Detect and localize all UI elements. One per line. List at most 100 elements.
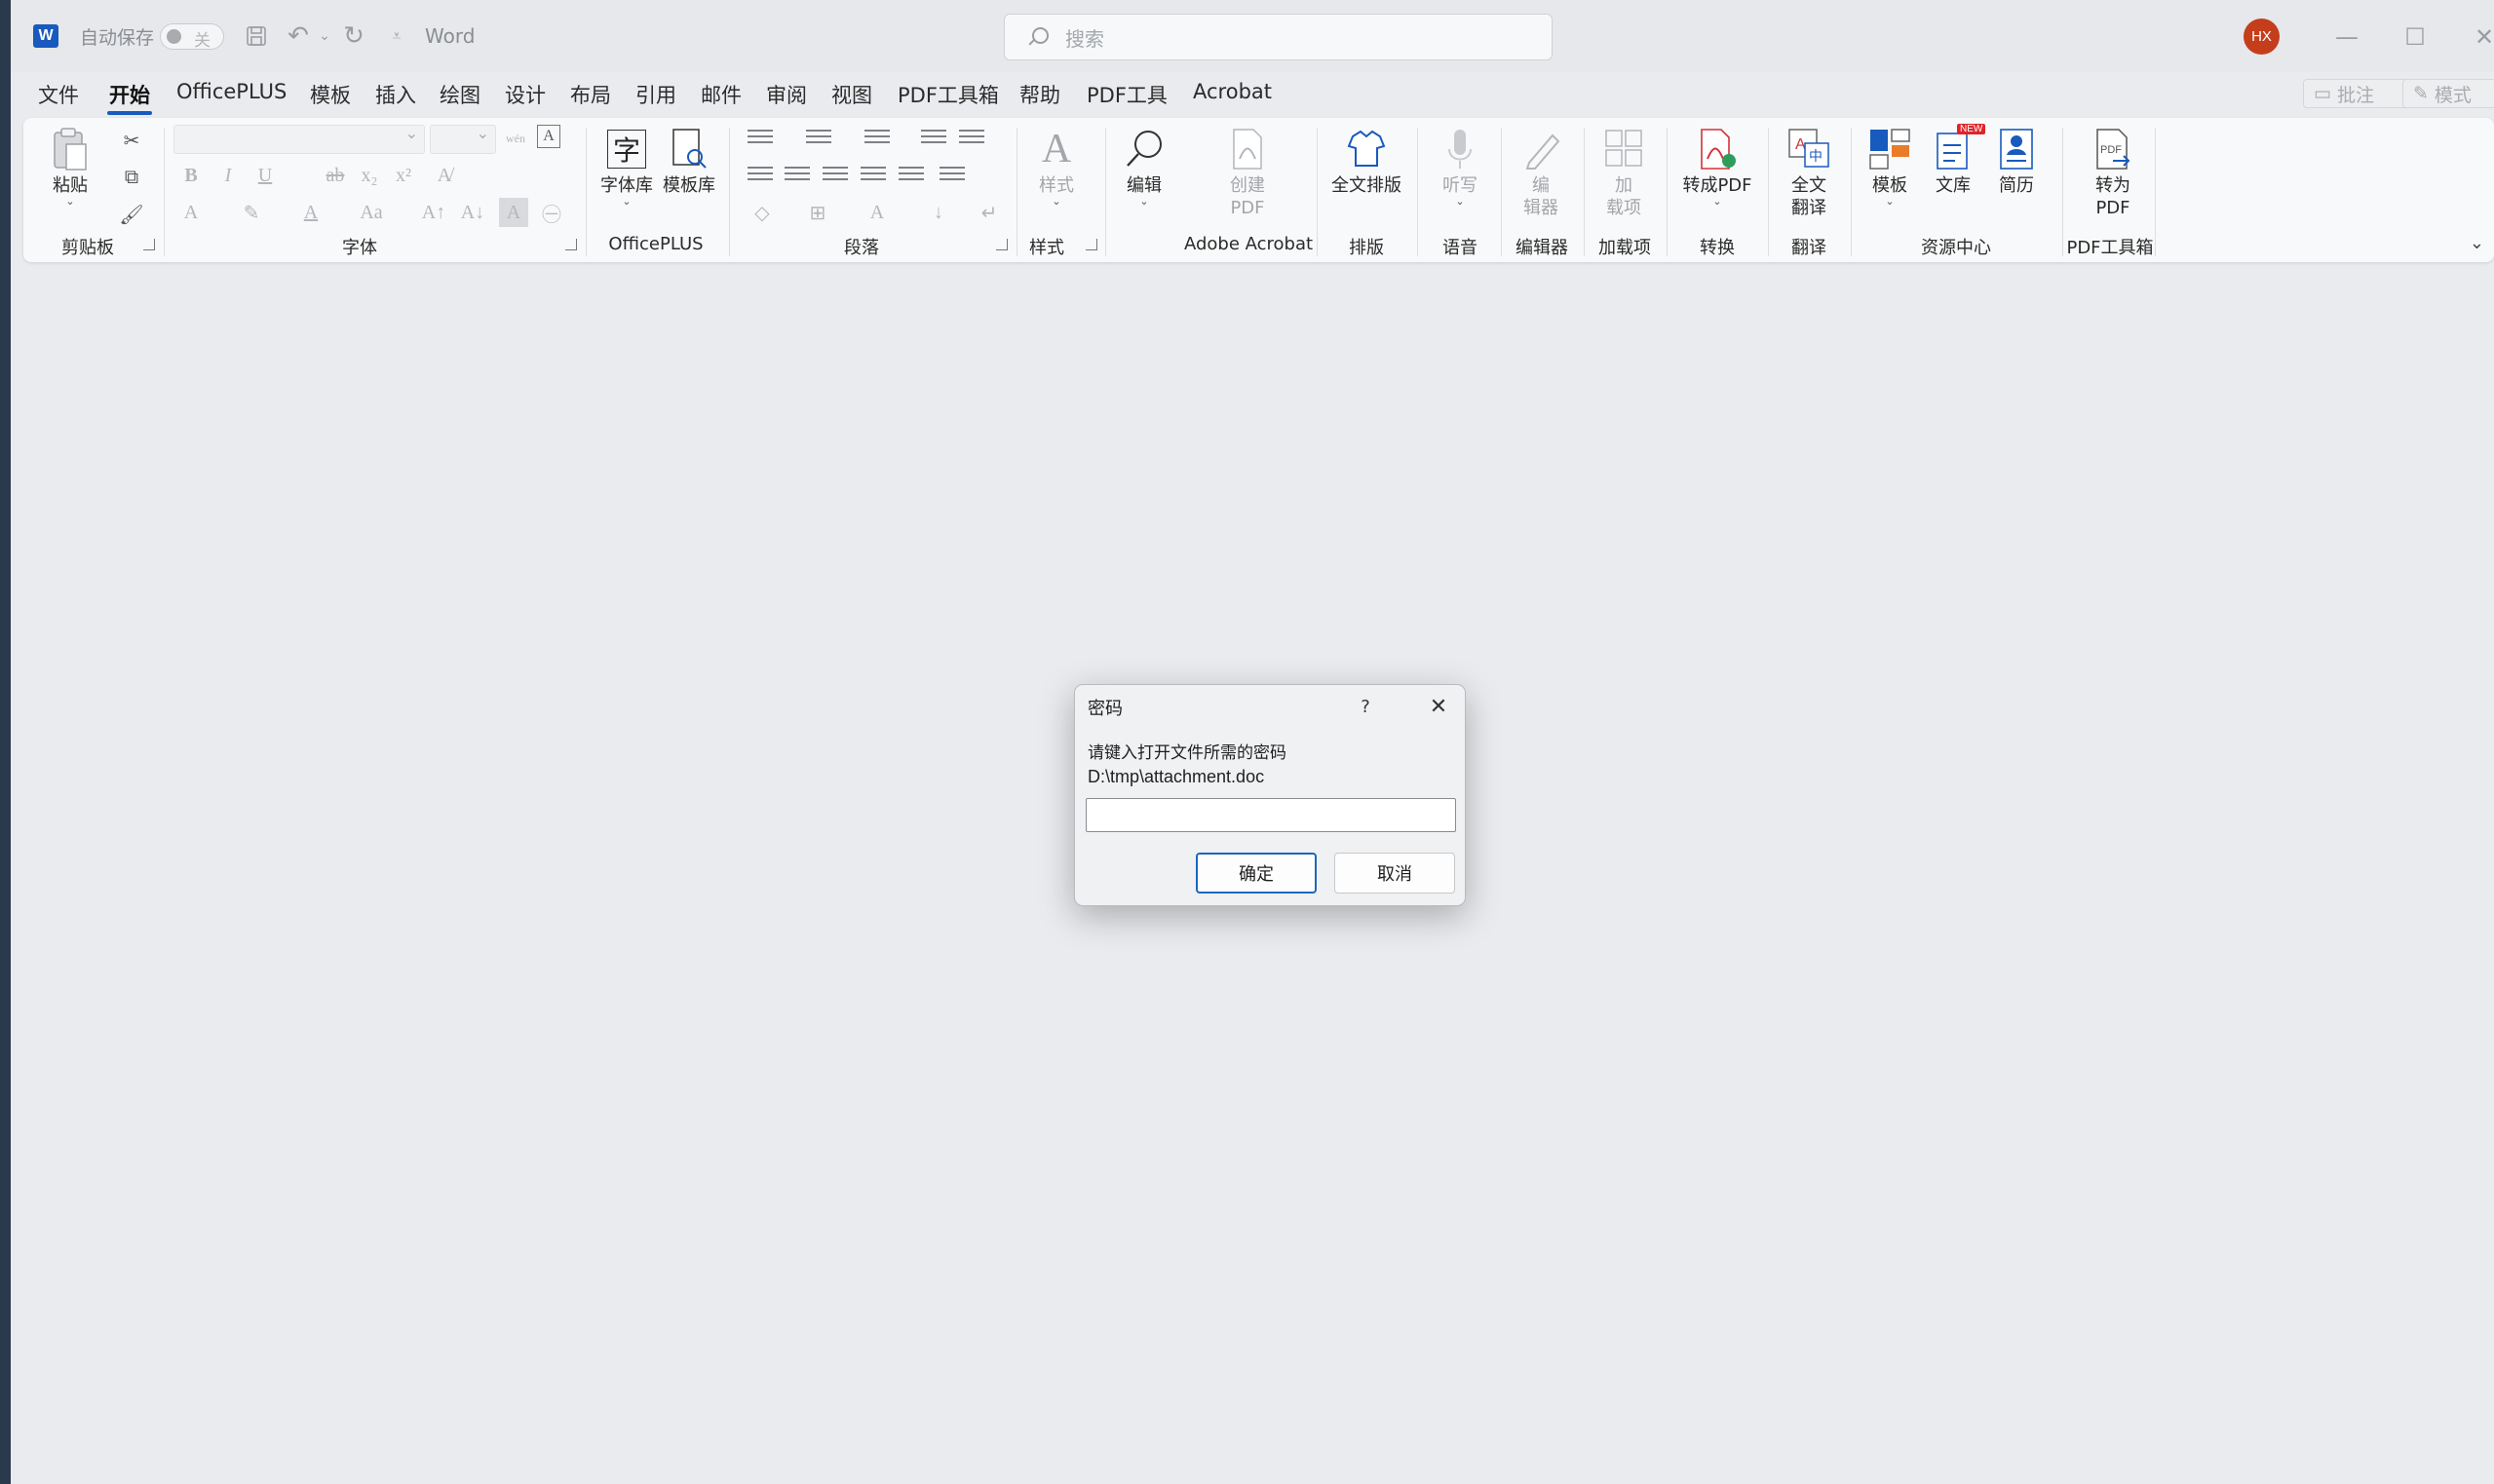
line-spacing-icon[interactable] <box>940 167 965 186</box>
collapse-ribbon-icon[interactable]: ⌄ <box>2470 233 2484 253</box>
align-right-icon[interactable] <box>823 167 848 186</box>
comments-label: 批注 <box>2336 84 2374 106</box>
tab-layout[interactable]: 布局 <box>568 80 613 113</box>
justify-icon[interactable] <box>861 167 886 186</box>
paragraph-launcher-icon[interactable] <box>996 239 1008 250</box>
mode-label: 模式 <box>2434 84 2472 106</box>
bullets-icon[interactable] <box>748 130 773 149</box>
highlight-icon[interactable]: ✎ <box>237 198 266 227</box>
font-name-combo[interactable] <box>173 124 425 154</box>
editing-button[interactable]: 编辑 ⌄ <box>1115 124 1173 207</box>
paste-button[interactable]: 粘贴 ⌄ <box>43 124 97 207</box>
pinyin-guide-icon[interactable]: wén <box>501 124 530 153</box>
shrink-font-icon[interactable]: A↓ <box>458 198 487 227</box>
resume-button[interactable]: 简历 <box>1987 124 2046 197</box>
full-layout-button[interactable]: 全文排版 <box>1326 124 1406 197</box>
character-border-icon[interactable]: A <box>537 125 560 148</box>
password-input[interactable] <box>1086 798 1456 832</box>
avatar[interactable]: HX <box>2244 19 2280 55</box>
undo-icon[interactable]: ↶ <box>284 21 313 51</box>
create-pdf-button[interactable]: 创建 PDF <box>1213 124 1282 219</box>
tab-templates[interactable]: 模板 <box>308 80 353 113</box>
convert-to-pdf-button[interactable]: PDF 转为 PDF <box>2080 124 2146 219</box>
close-icon[interactable]: ✕ <box>1423 691 1454 722</box>
maximize-icon[interactable]: ☐ <box>2396 18 2435 57</box>
tab-insert[interactable]: 插入 <box>373 80 418 113</box>
tab-design[interactable]: 设计 <box>503 80 548 113</box>
addins-button[interactable]: 加 载项 <box>1594 124 1653 219</box>
copy-icon[interactable]: ⧉ <box>117 163 146 192</box>
title-bar: W 自动保存 关 ↶ ⌄ ↻ ⩡ Word 搜索 HX — ☐ ✕ <box>11 0 2494 72</box>
increase-indent-icon[interactable] <box>959 130 984 149</box>
styles-launcher-icon[interactable] <box>1086 239 1097 250</box>
undo-dropdown-icon[interactable]: ⌄ <box>310 21 339 51</box>
tab-home[interactable]: 开始 <box>107 80 152 115</box>
clipboard-launcher-icon[interactable] <box>143 239 155 250</box>
grow-font-icon[interactable]: A↑ <box>419 198 448 227</box>
tab-pdf-toolbox[interactable]: PDF工具箱 <box>896 80 1001 113</box>
tab-draw[interactable]: 绘图 <box>438 80 482 113</box>
italic-icon[interactable]: I <box>213 161 243 190</box>
cancel-button[interactable]: 取消 <box>1334 853 1455 894</box>
tab-pdf-tools[interactable]: PDF工具 <box>1085 80 1170 113</box>
distributed-icon[interactable] <box>899 167 924 186</box>
shading-icon[interactable]: ◇ <box>748 198 777 227</box>
enclose-characters-icon[interactable]: ㊀ <box>537 198 566 227</box>
minimize-icon[interactable]: — <box>2327 18 2366 57</box>
editor-button[interactable]: 编 辑器 <box>1512 124 1570 219</box>
character-shading-icon[interactable]: A <box>499 198 528 227</box>
font-size-combo[interactable] <box>430 124 496 154</box>
subscript-icon[interactable]: x₂ <box>355 161 384 190</box>
tab-help[interactable]: 帮助 <box>1017 80 1062 113</box>
help-icon[interactable]: ? <box>1351 693 1380 720</box>
clear-format-icon[interactable]: A̸ <box>430 161 459 190</box>
templates-button[interactable]: 模板 ⌄ <box>1861 124 1919 207</box>
autosave-label: 自动保存 <box>80 26 155 49</box>
tab-review[interactable]: 审阅 <box>764 80 809 113</box>
format-painter-icon[interactable]: 🖌 <box>117 200 146 229</box>
search-placeholder: 搜索 <box>1065 26 1104 51</box>
divider <box>1417 128 1418 256</box>
customize-toolbar-icon[interactable]: ⩡ <box>382 21 411 51</box>
tab-view[interactable]: 视图 <box>829 80 874 113</box>
styles-button[interactable]: A 样式 ⌄ <box>1026 124 1087 207</box>
tab-mailings[interactable]: 邮件 <box>699 80 744 113</box>
borders-icon[interactable]: ⊞ <box>803 198 832 227</box>
align-center-icon[interactable] <box>785 167 810 186</box>
sort-icon[interactable]: ↓ <box>924 198 953 227</box>
underline-icon[interactable]: U <box>250 161 280 190</box>
font-library-button[interactable]: 字 字体库 ⌄ <box>596 124 657 207</box>
library-button[interactable]: NEW 文库 <box>1924 124 1986 197</box>
tab-officeplus[interactable]: OfficePLUS <box>174 80 288 113</box>
numbering-icon[interactable] <box>806 130 831 149</box>
to-pdf-button[interactable]: 转成PDF ⌄ <box>1677 124 1757 207</box>
tab-references[interactable]: 引用 <box>633 80 678 113</box>
text-effects-icon[interactable]: A <box>176 198 206 227</box>
asian-layout-icon[interactable]: A <box>863 198 892 227</box>
change-case-icon[interactable]: Aa <box>357 198 386 227</box>
search-input[interactable]: 搜索 <box>1004 14 1553 60</box>
ok-button[interactable]: 确定 <box>1196 853 1317 894</box>
close-window-icon[interactable]: ✕ <box>2465 18 2494 57</box>
tab-file[interactable]: 文件 <box>36 80 81 113</box>
comments-button[interactable]: ▭ 批注 <box>2303 79 2410 108</box>
autosave-toggle[interactable]: 关 <box>160 23 224 51</box>
superscript-icon[interactable]: x² <box>389 161 418 190</box>
dictate-button[interactable]: 听写 ⌄ <box>1432 124 1488 207</box>
redo-icon[interactable]: ↻ <box>339 21 368 51</box>
bold-icon[interactable]: B <box>176 161 206 190</box>
multilevel-list-icon[interactable] <box>864 130 890 149</box>
save-icon[interactable] <box>242 21 271 51</box>
strikethrough-icon[interactable]: ab <box>321 161 350 190</box>
mode-button[interactable]: ✎ 模式 <box>2402 79 2494 108</box>
decrease-indent-icon[interactable] <box>921 130 946 149</box>
divider <box>1105 128 1106 256</box>
font-color-icon[interactable]: A <box>296 198 326 227</box>
tab-acrobat[interactable]: Acrobat <box>1191 80 1274 113</box>
cut-icon[interactable]: ✂ <box>117 126 146 155</box>
align-left-icon[interactable] <box>748 167 773 186</box>
translate-button[interactable]: A中 全文 翻译 <box>1778 124 1840 219</box>
font-launcher-icon[interactable] <box>565 239 577 250</box>
show-marks-icon[interactable]: ↵ <box>975 198 1004 227</box>
template-library-button[interactable]: 模板库 <box>659 124 719 197</box>
